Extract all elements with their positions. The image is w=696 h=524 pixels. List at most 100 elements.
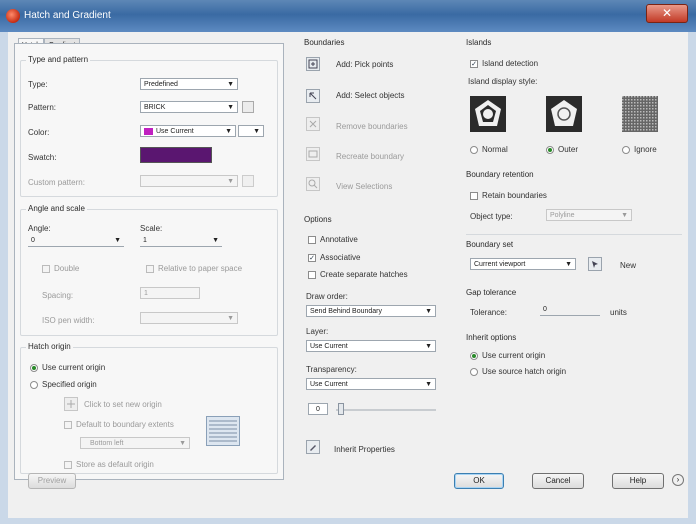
object-type-value: Polyline: [550, 212, 575, 219]
use-current-origin-radio[interactable]: [30, 364, 38, 372]
layer-value: Use Current: [310, 343, 348, 350]
extents-position-combo[interactable]: Bottom left ▼: [80, 437, 190, 449]
pattern-label: Pattern:: [28, 103, 57, 112]
new-boundary-set-button[interactable]: [588, 257, 602, 271]
inherit-use-source-origin-radio[interactable]: [470, 368, 478, 376]
color-combo[interactable]: Use Current ▼: [140, 125, 236, 137]
window-frame-left: [0, 32, 8, 524]
angle-value: 0: [31, 237, 35, 244]
tolerance-input[interactable]: 0: [540, 304, 600, 316]
retain-boundaries-label: Retain boundaries: [482, 191, 547, 200]
chevron-down-icon: ▼: [425, 381, 432, 388]
store-default-origin-checkbox[interactable]: [64, 461, 72, 469]
inherit-properties-button[interactable]: [306, 440, 320, 454]
object-type-combo[interactable]: Polyline ▼: [546, 209, 632, 221]
pattern-swatch-preview[interactable]: [140, 147, 212, 163]
select-objects-button[interactable]: [306, 89, 320, 103]
origin-preview-icon: [206, 416, 240, 446]
annotative-checkbox[interactable]: [308, 236, 316, 244]
chevron-down-icon: ▼: [425, 308, 432, 315]
island-normal-label: Normal: [482, 145, 508, 154]
custom-pattern-combo[interactable]: ▼: [140, 175, 238, 187]
recreate-boundary-label[interactable]: Recreate boundary: [336, 152, 404, 161]
click-set-origin-label: Click to set new origin: [84, 400, 162, 409]
outer-style-graphic: [551, 100, 577, 126]
island-outer-preview-icon[interactable]: [546, 96, 582, 132]
double-label: Double: [54, 264, 80, 273]
island-ignore-radio[interactable]: [622, 146, 630, 154]
inherit-use-current-origin-radio[interactable]: [470, 352, 478, 360]
island-detection-checkbox[interactable]: ✓: [470, 60, 478, 68]
default-boundary-extents-checkbox[interactable]: [64, 421, 72, 429]
remove-boundaries-label[interactable]: Remove boundaries: [336, 122, 408, 131]
chevron-down-icon: ▼: [621, 212, 628, 219]
pattern-browse-button[interactable]: [242, 101, 254, 113]
select-objects-icon: [309, 92, 317, 100]
iso-pen-width-combo[interactable]: ▼: [140, 312, 238, 324]
preview-button[interactable]: Preview: [28, 473, 76, 489]
add-pick-points-label[interactable]: Add: Pick points: [336, 60, 393, 69]
spacing-input[interactable]: 1: [140, 287, 200, 299]
store-default-origin-label: Store as default origin: [76, 460, 154, 469]
transparency-value: Use Current: [310, 381, 348, 388]
close-button[interactable]: ✕: [646, 4, 688, 23]
view-selections-button[interactable]: [306, 177, 320, 191]
specified-origin-radio[interactable]: [30, 381, 38, 389]
pattern-value: BRICK: [144, 104, 166, 111]
double-checkbox[interactable]: [42, 265, 50, 273]
set-origin-button[interactable]: [64, 397, 78, 411]
more-options-icon[interactable]: ›: [672, 474, 684, 486]
magnifier-icon: [308, 179, 318, 189]
retain-boundaries-checkbox[interactable]: [470, 192, 478, 200]
transparency-slider-thumb[interactable]: [338, 403, 344, 415]
relative-paper-space-checkbox[interactable]: [146, 265, 154, 273]
title-bar[interactable]: Hatch and Gradient ✕: [0, 0, 696, 32]
island-normal-preview-icon[interactable]: [470, 96, 506, 132]
color-label: Color:: [28, 128, 50, 137]
transparency-slider-track[interactable]: [336, 409, 436, 411]
transparency-combo[interactable]: Use Current ▼: [306, 378, 436, 390]
scale-combo[interactable]: 1 ▼: [140, 235, 222, 247]
boundary-set-combo[interactable]: Current viewport ▼: [470, 258, 576, 270]
swatch-label: Swatch:: [28, 153, 57, 162]
cancel-button[interactable]: Cancel: [532, 473, 584, 489]
layer-label: Layer:: [306, 327, 329, 336]
view-selections-label[interactable]: View Selections: [336, 182, 392, 191]
pick-points-button[interactable]: [306, 57, 320, 71]
recreate-boundary-button[interactable]: [306, 147, 320, 161]
boundary-set-divider: [466, 234, 682, 235]
chevron-down-icon: ▼: [227, 104, 234, 111]
brush-icon: [310, 445, 316, 451]
island-ignore-preview-icon[interactable]: [622, 96, 658, 132]
new-boundary-set-label: New: [620, 261, 637, 270]
normal-style-graphic: [475, 100, 501, 126]
add-select-objects-label[interactable]: Add: Select objects: [336, 91, 404, 100]
pattern-combo[interactable]: BRICK ▼: [140, 101, 238, 113]
chevron-down-icon: ▼: [227, 315, 234, 322]
chevron-down-icon: ▼: [225, 128, 232, 135]
layer-combo[interactable]: Use Current ▼: [306, 340, 436, 352]
draw-order-combo[interactable]: Send Behind Boundary ▼: [306, 305, 436, 317]
scale-value: 1: [143, 237, 147, 244]
help-button[interactable]: Help: [612, 473, 664, 489]
separate-hatches-checkbox[interactable]: [308, 271, 316, 279]
remove-boundaries-button[interactable]: [306, 117, 320, 131]
ok-button[interactable]: OK: [454, 473, 504, 489]
color-swatch-icon: [144, 128, 153, 135]
color-value: Use Current: [156, 128, 194, 135]
island-outer-radio[interactable]: [546, 146, 554, 154]
background-color-combo[interactable]: ▼: [238, 125, 264, 137]
chevron-down-icon: ▼: [212, 237, 219, 244]
inherit-properties-label[interactable]: Inherit Properties: [334, 445, 395, 454]
type-combo[interactable]: Predefined ▼: [140, 78, 238, 90]
pick-points-icon: [308, 59, 318, 69]
associative-checkbox[interactable]: ✓: [308, 254, 316, 262]
island-normal-radio[interactable]: [470, 146, 478, 154]
recreate-boundary-icon: [308, 150, 318, 158]
angle-combo[interactable]: 0 ▼: [28, 235, 124, 247]
relative-paper-space-label: Relative to paper space: [158, 264, 243, 273]
extents-position-value: Bottom left: [90, 440, 124, 447]
gap-tolerance-title: Gap tolerance: [466, 288, 517, 297]
transparency-amount-input[interactable]: 0: [308, 403, 328, 415]
custom-pattern-browse-button[interactable]: [242, 175, 254, 187]
